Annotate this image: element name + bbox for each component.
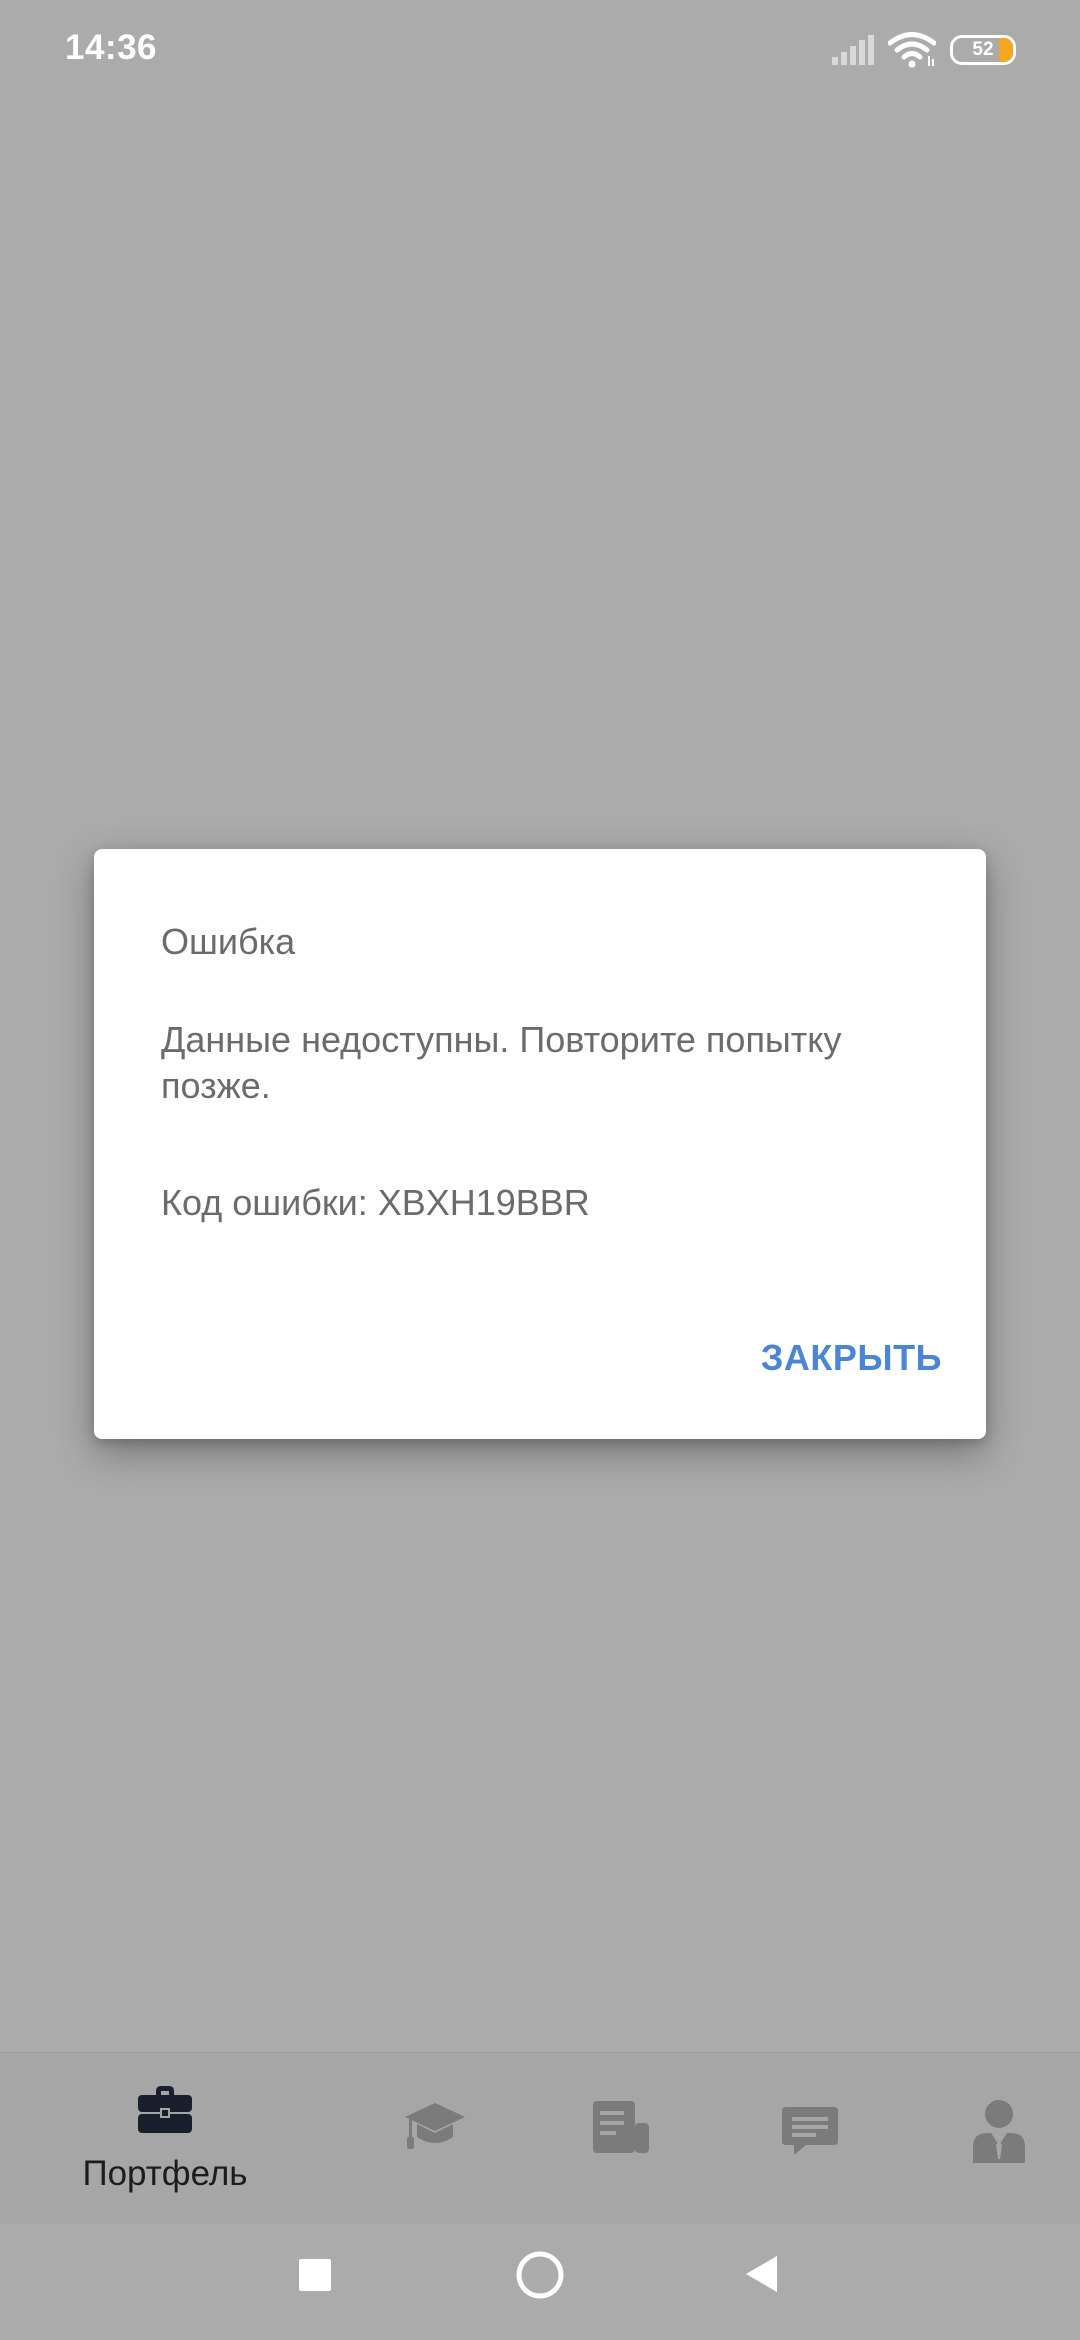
home-circle-icon[interactable] — [515, 2250, 565, 2305]
graduation-cap-icon — [403, 2101, 467, 2158]
recents-square-icon[interactable] — [298, 2258, 332, 2297]
chat-icon — [780, 2105, 840, 2162]
status-time: 14:36 — [65, 28, 158, 67]
signal-icon — [830, 35, 874, 65]
nav-item-chat[interactable] — [745, 2053, 875, 2225]
bottom-navigation: Портфель — [0, 2052, 1080, 2225]
status-icons: 52 — [830, 30, 1016, 70]
dialog-title: Ошибка — [161, 921, 296, 962]
news-icon — [591, 2099, 651, 2160]
back-triangle-icon[interactable] — [744, 2254, 778, 2299]
briefcase-icon — [136, 2083, 194, 2140]
error-dialog: Ошибка Данные недоступны. Повторите попы… — [94, 849, 986, 1439]
profile-icon — [971, 2099, 1027, 2168]
dialog-error-code: Код ошибки: XBXH19BBR — [161, 1182, 590, 1223]
system-navigation — [0, 2224, 1080, 2340]
wifi-icon — [888, 32, 936, 68]
dialog-message: Данные недоступны. Повторите попытку поз… — [161, 1019, 842, 1106]
battery-level: 52 — [972, 39, 994, 60]
status-bar: 14:36 52 — [0, 0, 1080, 100]
close-button[interactable]: ЗАКРЫТЬ — [761, 1337, 942, 1379]
nav-label-portfolio: Портфель — [82, 2154, 248, 2193]
nav-item-news[interactable] — [556, 2053, 686, 2225]
nav-item-profile[interactable] — [934, 2053, 1064, 2225]
battery-icon: 52 — [950, 35, 1016, 65]
nav-item-education[interactable] — [370, 2053, 500, 2225]
nav-item-portfolio[interactable]: Портфель — [55, 2053, 275, 2225]
app-screen: 14:36 52 Ошибка Данные недоступны. Повто… — [0, 0, 1080, 2340]
